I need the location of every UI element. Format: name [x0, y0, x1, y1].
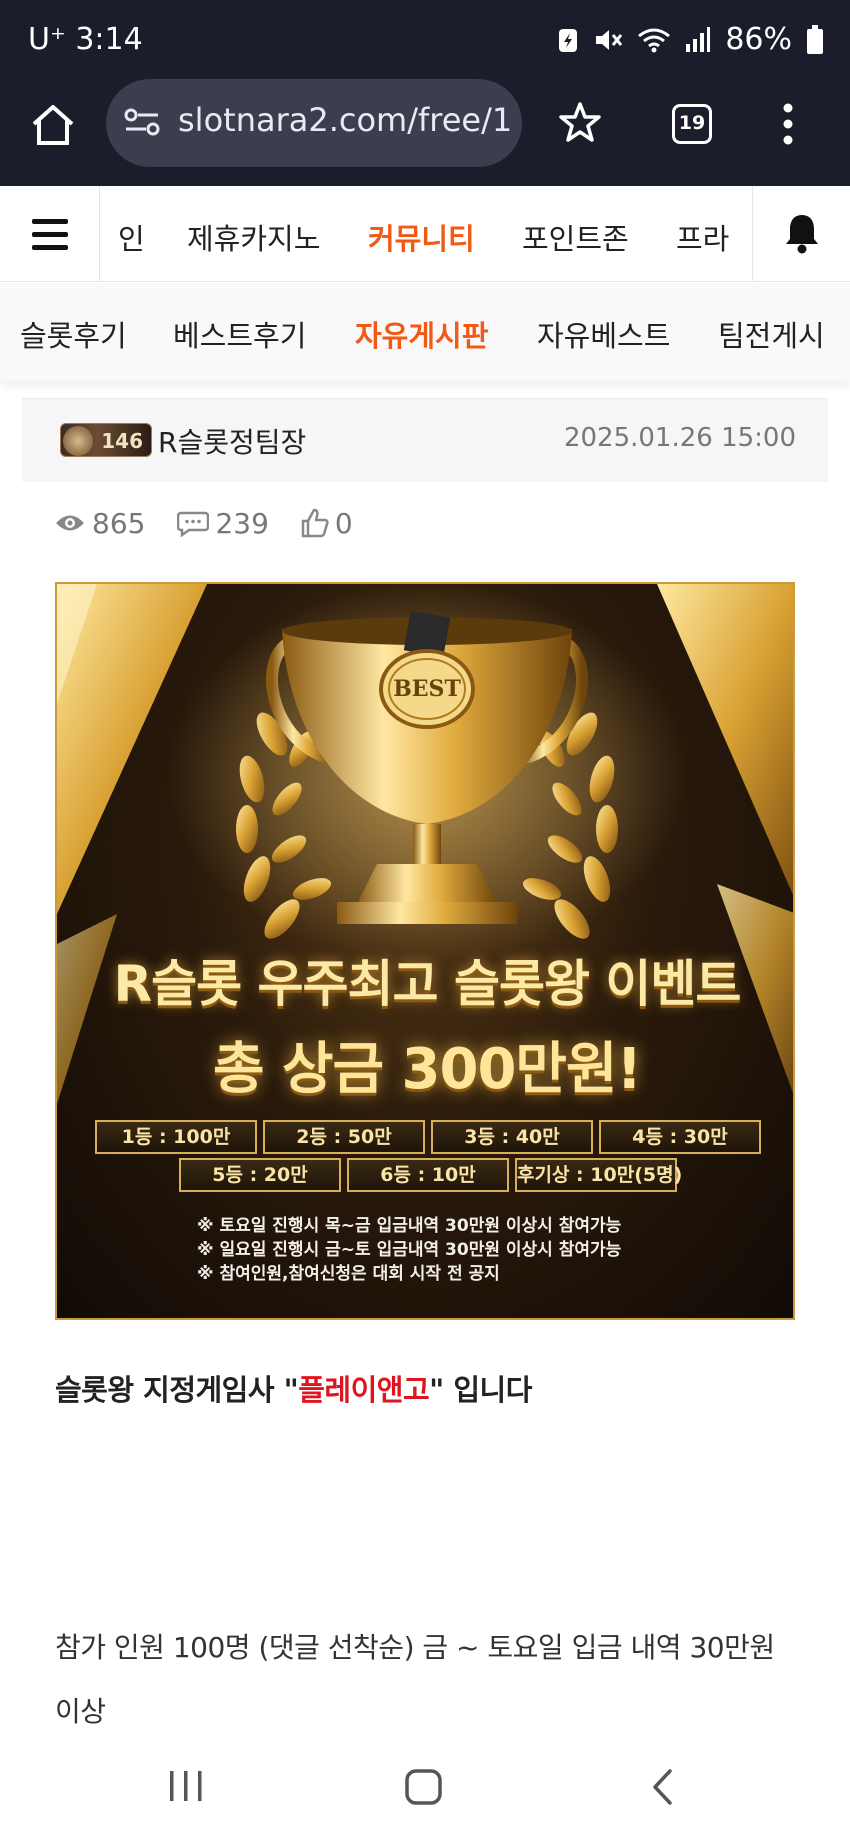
wifi-icon [638, 28, 671, 52]
battery-percent: 86% [725, 22, 792, 57]
banner-note-line: ※ 토요일 진행시 목~금 입금내역 30만원 이상시 참여가능 [197, 1216, 622, 1236]
main-nav-items: 인 제휴카지노 커뮤니티 포인트존 프라 [100, 186, 752, 282]
event-banner-image: BEST R슬롯 우주최고 슬롯왕 이벤트 총 상금 300만원! 1등 : 1… [55, 582, 795, 1320]
trophy-best-label: BEST [393, 676, 461, 702]
main-nav-item-partial-right[interactable]: 프라 [676, 216, 729, 258]
banner-prize-total: 총 상금 300만원! [212, 1037, 642, 1102]
recent-apps-icon[interactable] [166, 1768, 206, 1804]
eye-icon [56, 515, 84, 531]
battery-saver-icon [559, 28, 578, 52]
prize-item: 3등 : 40만 [431, 1120, 593, 1154]
comment-icon [177, 511, 210, 537]
banner-note-line: ※ 참여인원,참여신청은 대회 시작 전 공지 [197, 1264, 500, 1284]
thumbs-up-icon[interactable] [301, 508, 329, 538]
notification-bell-icon[interactable] [752, 186, 850, 282]
status-time: U⁺ 3:14 [28, 22, 143, 57]
prize-row-1: 1등 : 100만 2등 : 50만 3등 : 40만 4등 : 30만 [93, 1120, 763, 1154]
sub-nav-item-slot-review[interactable]: 슬롯후기 [20, 313, 127, 355]
likes-stat[interactable]: 0 [301, 507, 353, 540]
prize-item: 후기상 : 10만(5명) [515, 1158, 682, 1192]
back-icon[interactable] [650, 1768, 674, 1806]
system-navigation-bar [0, 1738, 850, 1842]
site-settings-icon[interactable] [124, 107, 160, 137]
views-stat: 865 [54, 507, 145, 540]
mute-icon [596, 29, 623, 50]
board-sub-nav: 슬롯후기 베스트후기 자유게시판 자유베스트 팀전게시 [0, 283, 850, 381]
sub-nav-item-free-board[interactable]: 자유게시판 [355, 313, 488, 355]
caption-text: 슬롯왕 지정게임사 " [55, 1373, 299, 1407]
sub-nav-item-team-board[interactable]: 팀전게시 [718, 313, 825, 355]
status-icons: 86% [557, 22, 824, 57]
signal-icon [686, 26, 711, 52]
main-nav-item-point-zone[interactable]: 포인트존 [522, 216, 629, 258]
prize-item: 5등 : 20만 [179, 1158, 341, 1192]
post-date: 2025.01.26 15:00 [563, 423, 796, 453]
sub-nav-item-best-review[interactable]: 베스트후기 [173, 313, 306, 355]
sub-nav-item-free-best[interactable]: 자유베스트 [537, 313, 670, 355]
battery-icon [807, 24, 823, 54]
site-main-nav: 인 제휴카지노 커뮤니티 포인트존 프라 [0, 186, 850, 282]
caption-text-end: " 입니다 [429, 1373, 532, 1407]
author-name[interactable]: R슬롯정팀장 [158, 421, 306, 461]
post-header: 146 R슬롯정팀장 2025.01.26 15:00 [22, 398, 828, 482]
level-badge: 146 [60, 423, 152, 457]
prize-item: 2등 : 50만 [263, 1120, 425, 1154]
banner-notes: ※ 토요일 진행시 목~금 입금내역 30만원 이상시 참여가능 ※ 일요일 진… [197, 1214, 621, 1286]
browser-toolbar: slotnara2.com/free/1 19 [0, 78, 850, 186]
prize-item: 6등 : 10만 [347, 1158, 509, 1192]
hamburger-menu-icon[interactable] [0, 186, 100, 282]
caption-highlight: 플레이앤고 [298, 1373, 430, 1407]
home-icon[interactable] [28, 100, 78, 150]
main-nav-item-partial-left[interactable]: 인 [118, 216, 145, 258]
prize-row-2: 5등 : 20만 6등 : 10만 후기상 : 10만(5명) [93, 1158, 763, 1192]
views-count: 865 [92, 506, 146, 540]
main-nav-item-partner-casino[interactable]: 제휴카지노 [187, 216, 320, 258]
tab-switcher-button[interactable]: 19 [672, 104, 712, 144]
post-stats: 865 239 0 [54, 503, 385, 543]
likes-count: 0 [334, 506, 353, 540]
prize-item: 4등 : 30만 [599, 1120, 761, 1154]
home-button-icon[interactable] [404, 1768, 444, 1806]
main-nav-item-community[interactable]: 커뮤니티 [368, 216, 475, 258]
comments-stat: 239 [177, 506, 269, 540]
status-bar: U⁺ 3:14 86% [0, 0, 850, 78]
comments-count: 239 [215, 506, 269, 540]
more-menu-icon[interactable] [782, 102, 794, 146]
url-text[interactable]: slotnara2.com/free/1 [178, 101, 514, 139]
bookmark-star-icon[interactable] [558, 100, 602, 144]
post-caption: 슬롯왕 지정게임사 "플레이앤고" 입니다 [55, 1367, 532, 1409]
post-paragraph: 참가 인원 100명 (댓글 선착순) 금 ~ 토요일 입금 내역 30만원 이… [55, 1631, 775, 1728]
banner-title: R슬롯 우주최고 슬롯왕 이벤트 [113, 955, 742, 1013]
prize-item: 1등 : 100만 [95, 1120, 257, 1154]
banner-note-line: ※ 일요일 진행시 금~토 입금내역 30만원 이상시 참여가능 [197, 1240, 622, 1260]
address-bar[interactable]: slotnara2.com/free/1 [106, 79, 522, 167]
